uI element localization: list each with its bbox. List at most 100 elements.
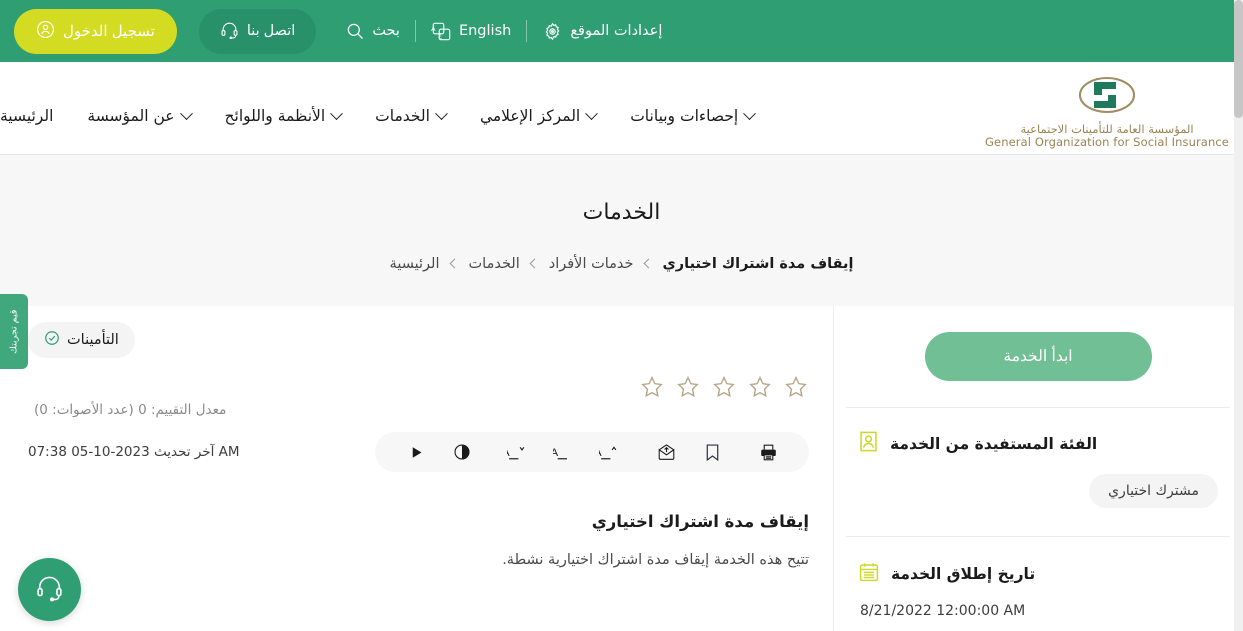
login-button-label: تسجيل الدخول bbox=[63, 23, 155, 40]
beneficiary-head: الفئة المستفيدة من الخدمة bbox=[858, 430, 1218, 457]
page-tools-row: آخر تحديث 2023-10-05 07:38 AM bbox=[28, 432, 809, 472]
gear-icon bbox=[542, 21, 563, 42]
user-circle-icon bbox=[36, 20, 55, 43]
breadcrumb-item-current: إيقاف مدة اشتراك اختياري bbox=[662, 256, 854, 272]
nav-item-media-center[interactable]: المركز الإعلامي bbox=[480, 106, 599, 125]
page-title: الخدمات bbox=[582, 200, 661, 225]
top-utility-bar: تسجيل الدخول اتصل بنا بحث A ع English إع… bbox=[0, 0, 1243, 62]
site-settings-label: إعدادات الموقع bbox=[570, 23, 663, 40]
breadcrumb-item-services[interactable]: الخدمات bbox=[469, 256, 520, 272]
page-root: تسجيل الدخول اتصل بنا بحث A ع English إع… bbox=[0, 0, 1243, 631]
breadcrumb: الرئيسية الخدمات خدمات الأفراد إيقاف مدة… bbox=[0, 256, 1243, 272]
scrollbar-thumb[interactable] bbox=[1234, 0, 1243, 118]
svg-text:A: A bbox=[507, 447, 510, 459]
topbar-divider-1 bbox=[414, 20, 416, 42]
breadcrumb-item-individual-services[interactable]: خدمات الأفراد bbox=[549, 256, 634, 272]
contact-us-label: اتصل بنا bbox=[246, 23, 296, 39]
nav-item-services[interactable]: الخدمات bbox=[375, 106, 448, 125]
chevron-down-icon bbox=[743, 106, 757, 120]
check-circle-icon bbox=[44, 330, 60, 350]
service-info-sidebar: ابدأ الخدمة الفئة المستفيدة من الخدمة مش… bbox=[833, 306, 1243, 631]
last-updated-text: آخر تحديث 2023-10-05 07:38 AM bbox=[28, 444, 240, 460]
contrast-icon[interactable] bbox=[439, 443, 485, 461]
font-increase-icon[interactable]: A bbox=[587, 442, 633, 462]
share-email-icon[interactable] bbox=[643, 443, 689, 462]
nav-item-label: الخدمات bbox=[375, 107, 430, 125]
service-description: تتيح هذه الخدمة إيقاف مدة اشتراك اختياري… bbox=[502, 552, 809, 568]
topbar-account-group: تسجيل الدخول اتصل بنا bbox=[14, 8, 330, 54]
star-icon-5[interactable] bbox=[783, 374, 809, 400]
contact-us-button[interactable]: اتصل بنا bbox=[198, 8, 317, 54]
headset-icon bbox=[220, 20, 239, 43]
search-control[interactable]: بحث bbox=[330, 18, 415, 44]
bookmark-icon[interactable] bbox=[689, 443, 735, 462]
headset-icon bbox=[34, 572, 65, 607]
breadcrumb-separator-icon bbox=[449, 258, 459, 268]
topbar-tools-group: بحث A ع English إعدادات الموقع bbox=[330, 18, 677, 44]
beneficiary-block: الفئة المستفيدة من الخدمة مشترك اختياري bbox=[834, 408, 1242, 508]
beneficiary-title: الفئة المستفيدة من الخدمة bbox=[890, 434, 1098, 453]
beneficiary-chip: مشترك اختياري bbox=[1089, 474, 1218, 508]
main-navigation: المؤسسة العامة للتأمينات الاجتماعية Gene… bbox=[0, 62, 1243, 155]
content-area: التأمينات معدل التقييم: 0 (عدد الأصوات: … bbox=[0, 306, 1243, 631]
launch-date-block: تاريخ إطلاق الخدمة 8/21/2022 12:00:00 AM bbox=[834, 537, 1242, 619]
nav-item-label: الأنظمة واللوائح bbox=[224, 107, 326, 125]
language-switch[interactable]: A ع English bbox=[416, 18, 526, 44]
insurance-tag[interactable]: التأمينات bbox=[28, 322, 135, 358]
search-icon bbox=[345, 21, 365, 41]
font-reset-icon[interactable]: A bbox=[541, 442, 587, 462]
play-icon[interactable] bbox=[393, 445, 439, 460]
chevron-down-icon bbox=[585, 106, 599, 120]
brand-name-ar: المؤسسة العامة للتأمينات الاجتماعية bbox=[1020, 122, 1194, 136]
star-icon-3[interactable] bbox=[711, 374, 737, 400]
star-icon-4[interactable] bbox=[747, 374, 773, 400]
launch-date-head: تاريخ إطلاق الخدمة bbox=[858, 561, 1218, 587]
nav-item-statistics[interactable]: إحصاءات وبيانات bbox=[630, 106, 757, 125]
breadcrumb-item-home[interactable]: الرئيسية bbox=[390, 256, 440, 272]
brand-logo[interactable]: المؤسسة العامة للتأمينات الاجتماعية Gene… bbox=[977, 75, 1237, 148]
rating-summary: معدل التقييم: 0 (عدد الأصوات: 0) bbox=[34, 402, 227, 418]
nav-item-regulations[interactable]: الأنظمة واللوائح bbox=[224, 106, 344, 125]
rating-stars bbox=[28, 374, 809, 400]
feedback-tab-label: قيم تجربتك bbox=[8, 309, 20, 354]
launch-date-title: تاريخ إطلاق الخدمة bbox=[891, 565, 1036, 583]
accessibility-toolbar: A A A bbox=[375, 432, 809, 472]
service-detail-column: التأمينات معدل التقييم: 0 (عدد الأصوات: … bbox=[0, 306, 833, 631]
nav-item-about[interactable]: عن المؤسسة bbox=[87, 106, 193, 125]
breadcrumb-separator-icon bbox=[643, 258, 653, 268]
nav-item-label: الرئيسية bbox=[0, 107, 54, 125]
svg-text:ع: ع bbox=[438, 32, 442, 39]
page-scrollbar[interactable] bbox=[1234, 0, 1243, 631]
nav-item-home[interactable]: الرئيسية bbox=[0, 107, 53, 125]
search-label: بحث bbox=[372, 23, 400, 40]
login-button[interactable]: تسجيل الدخول bbox=[14, 8, 177, 54]
calendar-icon bbox=[858, 561, 880, 587]
chevron-down-icon bbox=[435, 106, 448, 120]
nav-item-label: عن المؤسسة bbox=[87, 107, 175, 125]
tag-row: التأمينات bbox=[28, 322, 809, 358]
rating-block: معدل التقييم: 0 (عدد الأصوات: 0) bbox=[28, 374, 809, 418]
svg-text:A: A bbox=[553, 447, 558, 459]
start-service-button[interactable]: ابدأ الخدمة bbox=[924, 332, 1152, 381]
star-icon-2[interactable] bbox=[675, 374, 701, 400]
star-icon-1[interactable] bbox=[639, 374, 665, 400]
chevron-down-icon bbox=[330, 106, 344, 120]
svg-text:A: A bbox=[599, 447, 602, 459]
translate-icon: A ع bbox=[431, 21, 452, 42]
insurance-tag-label: التأمينات bbox=[67, 332, 119, 348]
page-header: الخدمات الرئيسية الخدمات خدمات الأفراد إ… bbox=[0, 155, 1243, 306]
font-decrease-icon[interactable]: A bbox=[495, 442, 541, 462]
support-fab-button[interactable] bbox=[18, 558, 81, 621]
chevron-down-icon bbox=[179, 106, 193, 120]
site-settings-control[interactable]: إعدادات الموقع bbox=[527, 18, 677, 44]
launch-date-value: 8/21/2022 12:00:00 AM bbox=[860, 603, 1026, 619]
print-icon[interactable] bbox=[745, 443, 791, 462]
brand-name-en: General Organization for Social Insuranc… bbox=[985, 134, 1229, 149]
beneficiary-icon bbox=[858, 430, 879, 457]
svg-text:A: A bbox=[431, 25, 436, 32]
service-title: إيقاف مدة اشتراك اختياري bbox=[591, 512, 809, 531]
nav-items: الرئيسية عن المؤسسة الأنظمة واللوائح الخ… bbox=[0, 91, 757, 125]
language-label: English bbox=[458, 23, 512, 40]
feedback-tab[interactable]: قيم تجربتك bbox=[0, 294, 28, 369]
topbar-divider-2 bbox=[526, 20, 528, 42]
